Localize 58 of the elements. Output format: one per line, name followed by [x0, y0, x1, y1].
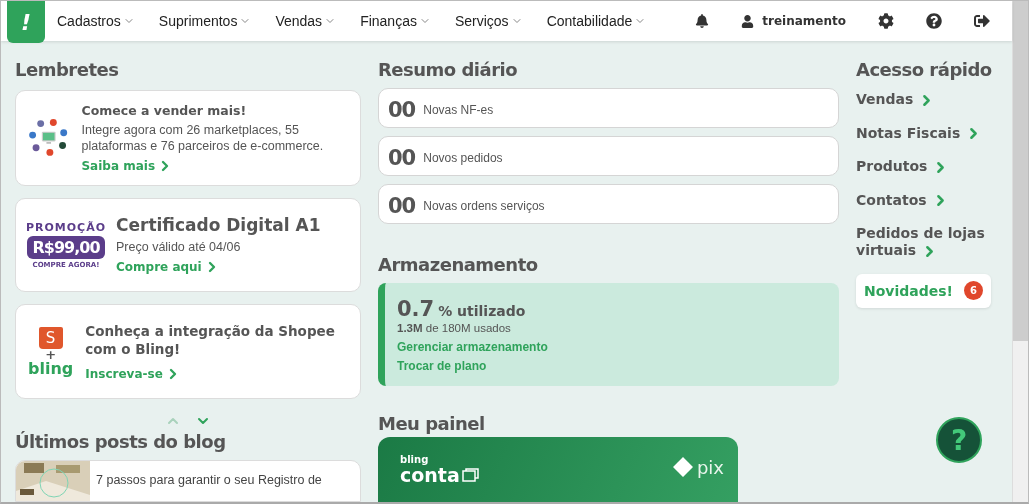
quick-link[interactable]: Produtos: [856, 158, 1006, 176]
summary-label: Novas NF-es: [423, 102, 494, 117]
bling-logo: bling: [28, 360, 74, 377]
price-tag: R$99,00: [27, 236, 105, 259]
nav-menu[interactable]: Serviços: [454, 13, 535, 29]
scrollbar-thumb[interactable]: [1013, 1, 1028, 341]
shopee-bag-icon: S: [38, 326, 63, 349]
section-title: Meu painel: [378, 413, 486, 434]
news-label: Novidades!: [864, 282, 953, 299]
summary-count: 00: [388, 193, 416, 218]
quick-link[interactable]: Pedidos de lojas virtuais: [856, 225, 1006, 260]
diamond-icon: [672, 457, 693, 477]
section-title: Acesso rápido: [856, 59, 993, 80]
nav-menu[interactable]: Finanças: [360, 13, 443, 29]
blog-post-card[interactable]: 7 passos para garantir o seu Registro de: [15, 460, 361, 502]
user-menu[interactable]: treinamento: [741, 14, 846, 28]
nav-menu[interactable]: Contabilidade: [546, 13, 659, 29]
blog-post-title: 7 passos para garantir o seu Registro de: [96, 472, 322, 489]
nav-menu[interactable]: Cadastros: [57, 13, 147, 29]
bell-icon[interactable]: [695, 14, 710, 28]
card-text: Preço válido até 04/06: [116, 239, 242, 255]
logout-icon[interactable]: [974, 13, 990, 29]
news-button[interactable]: Novidades! 6: [856, 273, 991, 308]
account-banner[interactable]: bling conta pix: [378, 437, 738, 502]
storage-unit: % utilizado: [438, 303, 526, 319]
storage-usage: 1.3M de 180M usados: [397, 322, 512, 334]
quick-link[interactable]: Notas Fiscais: [856, 124, 1006, 142]
section-title: Últimos posts do blog: [15, 431, 227, 452]
summary-count: 00: [388, 97, 416, 122]
nav-menu[interactable]: Vendas: [275, 13, 349, 29]
summary-label: Novas ordens serviços: [423, 198, 545, 213]
section-title: Lembretes: [15, 59, 120, 80]
user-icon: [741, 14, 755, 28]
settings-icon[interactable]: [878, 13, 894, 29]
card-title: Conheça a integração da Shopee com o Bling!: [85, 321, 336, 358]
summary-card[interactable]: 00 Novas NF-es: [378, 88, 839, 128]
section-title: Armazenamento: [378, 254, 539, 275]
card-title: Comece a vender mais!: [81, 102, 248, 118]
card-text: Integre agora com 26 marketplaces, 55 plataformas e 76 parceiros de e-commerce.: [81, 121, 325, 154]
help-button[interactable]: ?: [936, 417, 982, 463]
brand-text: conta: [400, 465, 460, 485]
quick-link[interactable]: Contatos: [856, 191, 1006, 209]
summary-card[interactable]: 00 Novos pedidos: [378, 136, 839, 176]
partner-logo-text: pix: [696, 456, 724, 478]
section-title: Resumo diário: [378, 59, 519, 80]
card-title: Certificado Digital A1: [116, 215, 321, 235]
nav-menu[interactable]: Suprimentos: [158, 13, 264, 29]
summary-card[interactable]: 00 Novas ordens serviços: [378, 184, 839, 224]
brand-small-text: bling: [400, 455, 430, 465]
promo-label: PROMOÇÃO: [25, 221, 107, 234]
summary-count: 00: [388, 145, 416, 170]
card-icon: [461, 468, 479, 482]
summary-label: Novos pedidos: [423, 150, 503, 165]
help-icon[interactable]: [926, 13, 942, 29]
count-badge: 6: [964, 281, 983, 300]
quick-link[interactable]: Vendas: [856, 91, 1006, 109]
plus-sign: +: [45, 348, 57, 361]
storage-percent: 0.7: [397, 297, 435, 321]
